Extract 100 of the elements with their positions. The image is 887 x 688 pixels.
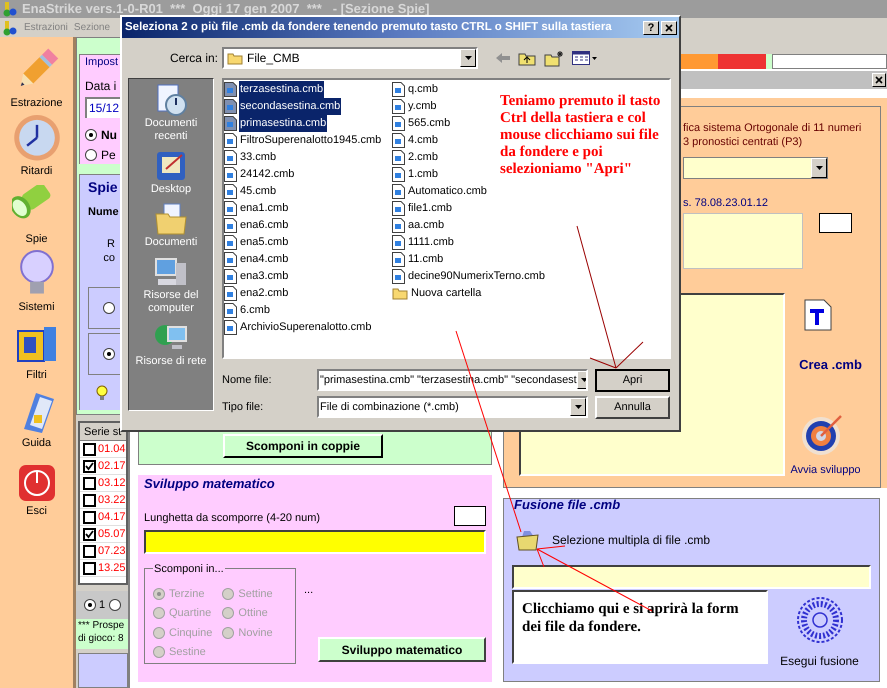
file-icon: [392, 99, 405, 114]
file-item[interactable]: file1.cmb: [392, 200, 454, 217]
file-item[interactable]: FiltroSuperenalotto1945.cmb: [224, 132, 382, 149]
run-merge-link[interactable]: Esegui fusione: [780, 652, 859, 670]
files-field[interactable]: [512, 565, 871, 590]
file-item[interactable]: y.cmb: [392, 98, 438, 115]
file-item[interactable]: ena1.cmb: [224, 200, 290, 217]
file-item[interactable]: 1111.cmb: [392, 234, 455, 251]
file-item[interactable]: aa.cmb: [392, 217, 446, 234]
section-title: Spie: [88, 178, 119, 197]
file-item[interactable]: 4.cmb: [392, 132, 439, 149]
numbers-field[interactable]: [144, 530, 486, 554]
file-item[interactable]: 2.cmb: [392, 149, 439, 166]
file-item[interactable]: ena5.cmb: [224, 234, 290, 251]
file-item[interactable]: Nuova cartella: [392, 285, 482, 302]
file-item[interactable]: q.cmb: [392, 81, 439, 98]
radio-button[interactable]: [84, 599, 96, 611]
file-item[interactable]: ena4.cmb: [224, 251, 290, 268]
instruction-note: Teniamo premuto il tasto Ctrl della tastiera e col mouse clicchiamo sui file da fondere e poi selezioniamo "Apri": [500, 93, 662, 178]
file-item[interactable]: 6.cmb: [224, 302, 271, 319]
dialog-title: Seleziona 2 o più file .cmb da fondere tenendo premuto tasto CTRL o SHIFT sulla tastiera: [125, 20, 612, 35]
file-item[interactable]: 45.cmb: [224, 183, 278, 200]
app-icon: [2, 1, 18, 17]
place-button[interactable]: Documenti recenti: [130, 83, 212, 143]
create-cmb-link[interactable]: Crea .cmb: [799, 354, 862, 374]
sidebar-button[interactable]: Guida: [0, 385, 72, 453]
file-item[interactable]: ena2.cmb: [224, 285, 290, 302]
select-files-button[interactable]: Selezione multipla di file .cmb: [516, 529, 710, 552]
checkbox[interactable]: [83, 460, 96, 472]
folder-icon: [392, 287, 408, 300]
file-item[interactable]: ena6.cmb: [224, 217, 290, 234]
radio-button[interactable]: [85, 129, 97, 141]
radio-button[interactable]: [103, 348, 115, 360]
checkbox[interactable]: [83, 510, 96, 524]
file-item[interactable]: 565.cmb: [392, 115, 452, 132]
folder-icon: [227, 52, 243, 64]
file-item[interactable]: ArchivioSuperenalotto.cmb: [224, 319, 372, 336]
file-item[interactable]: 33.cmb: [224, 149, 278, 166]
split-pairs-button[interactable]: Scomponi in coppie: [223, 434, 383, 458]
dropdown-arrow-icon: [581, 378, 586, 382]
folder-icon: [516, 529, 540, 552]
sidebar-button[interactable]: Sistemi: [0, 249, 72, 317]
open-button[interactable]: Apri: [595, 368, 670, 392]
file-item[interactable]: 11.cmb: [392, 251, 444, 268]
count-field[interactable]: [454, 506, 486, 526]
checkbox[interactable]: [83, 528, 96, 540]
radio-button[interactable]: [103, 302, 115, 314]
file-icon: [392, 269, 405, 284]
help-button[interactable]: ?: [643, 20, 659, 34]
checkbox[interactable]: [83, 544, 96, 558]
file-item[interactable]: ena3.cmb: [224, 268, 290, 285]
power-icon: [16, 462, 56, 502]
text-field[interactable]: [819, 212, 852, 233]
description-text: R: [107, 236, 115, 250]
checkbox[interactable]: [83, 442, 96, 456]
dropdown[interactable]: [683, 157, 828, 180]
checkbox[interactable]: [83, 494, 96, 506]
radio-button[interactable]: [109, 599, 122, 611]
sidebar-button[interactable]: Spie: [0, 181, 72, 249]
file-icon: [392, 184, 405, 199]
sidebar-button[interactable]: Esci: [0, 453, 72, 521]
file-icon: [392, 235, 405, 250]
file-item[interactable]: decine90NumerixTerno.cmb: [392, 268, 546, 285]
sidebar-button[interactable]: Ritardi: [0, 113, 72, 181]
checkbox[interactable]: [83, 562, 96, 574]
place-button[interactable]: Risorse del computer: [130, 255, 212, 315]
column-header: Serie st: [80, 423, 126, 441]
file-item[interactable]: 1.cmb: [392, 166, 439, 183]
field-label: Nome file:: [222, 372, 273, 388]
checkbox[interactable]: [83, 476, 96, 490]
up-folder-icon[interactable]: [518, 50, 536, 66]
file-icon: [392, 218, 405, 233]
sidebar-button[interactable]: Estrazione: [0, 45, 72, 113]
description-text: co: [103, 250, 115, 264]
sidebar-button[interactable]: Filtri: [0, 317, 72, 385]
view-menu-icon[interactable]: [572, 51, 598, 65]
code-text: s. 78.08.23.01.12: [683, 196, 770, 212]
window-title: EnaStrike vers.1-0-R01 *** Oggi 17 gen 2007 *** - [Sezione Spie]: [22, 0, 430, 18]
text-file-icon: [804, 298, 832, 331]
description-text: 3 pronostici centrati (P3): [683, 135, 804, 150]
file-type-dropdown[interactable]: File di combinazione (*.cmb): [317, 396, 588, 418]
field-label: Cerca in:: [168, 50, 219, 67]
radio-label: Nu: [101, 127, 117, 144]
close-button[interactable]: [872, 72, 886, 87]
new-folder-icon[interactable]: [544, 50, 564, 66]
field-label: Nume: [88, 205, 120, 220]
place-button[interactable]: Desktop: [130, 149, 212, 196]
start-link[interactable]: Avvia sviluppo: [790, 462, 861, 479]
file-icon: [392, 82, 405, 97]
file-item[interactable]: Automatico.cmb: [392, 183, 488, 200]
field-label: Lunghetta da scomporre (4-20 num): [144, 510, 320, 526]
close-button[interactable]: [661, 20, 677, 34]
place-button[interactable]: Risorse di rete: [130, 321, 212, 368]
place-button[interactable]: Documenti: [130, 202, 212, 249]
group-legend: Fusione file .cmb: [514, 497, 871, 514]
radio-button[interactable]: [85, 149, 97, 161]
cancel-button[interactable]: Annulla: [595, 396, 670, 418]
look-in-dropdown[interactable]: File_CMB: [222, 47, 478, 69]
file-item[interactable]: 24142.cmb: [224, 166, 296, 183]
text-field[interactable]: [772, 54, 887, 69]
